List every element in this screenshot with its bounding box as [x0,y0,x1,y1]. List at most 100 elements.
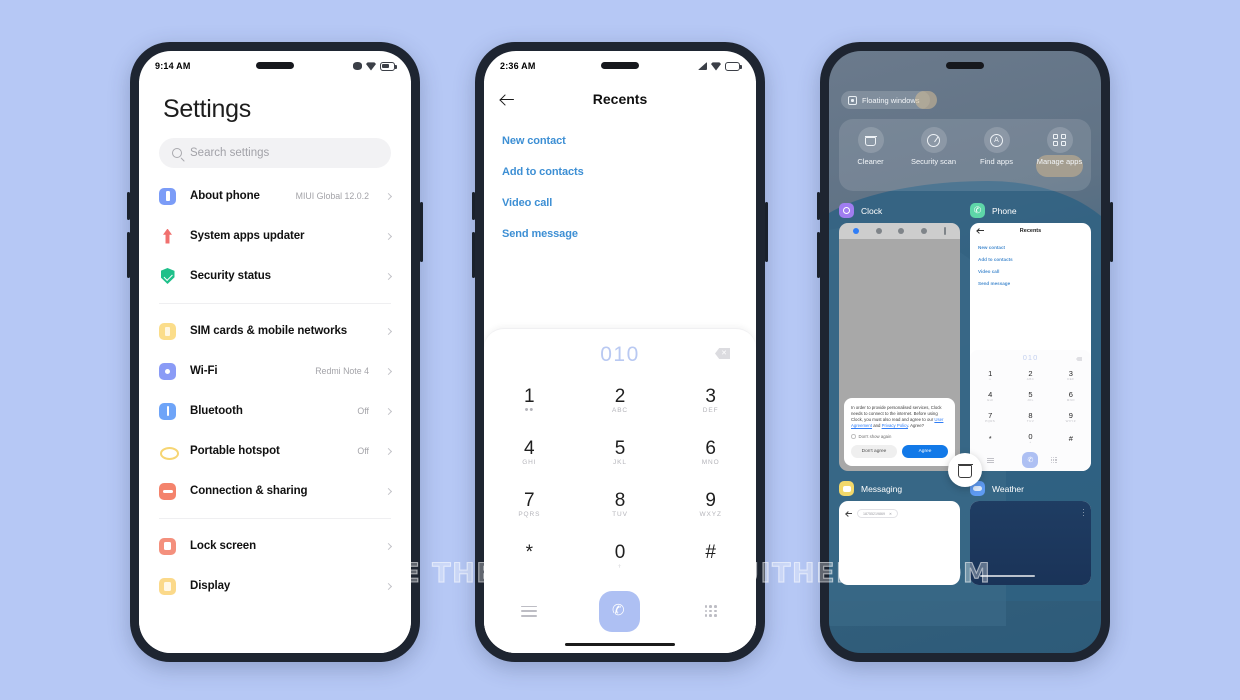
key-1[interactable]: 1 •• [484,375,575,427]
list-lines-icon[interactable] [484,605,575,617]
key-8[interactable]: 8 TUV [1010,407,1050,428]
card-preview[interactable]: In order to provide personalised service… [839,223,960,471]
key-5[interactable]: 5 JKL [575,427,666,479]
sidebar-item-lock-screen[interactable]: Lock screen [159,526,393,566]
key-9[interactable]: 9 WXYZ [665,479,756,531]
dont-agree-button[interactable]: Don't agree [851,445,897,458]
sidebar-item-connection-sharing[interactable]: Connection & sharing [159,471,393,511]
key-7[interactable]: 7 PQRS [970,407,1010,428]
key-4[interactable]: 4 GHI [970,386,1010,407]
keypad-grid-icon[interactable] [1050,456,1091,464]
key-3[interactable]: 3 DEF [665,375,756,427]
phone1-side-button-volume[interactable] [127,232,130,278]
key-3[interactable]: 3 DEF [1051,365,1091,386]
remove-recipient-icon[interactable]: ✕ [889,512,892,516]
key-hash[interactable]: # [665,531,756,583]
keypad-grid-icon[interactable] [665,604,756,618]
clock-tab-icon[interactable] [875,228,882,234]
floating-windows-chip[interactable]: Floating windows [841,91,937,109]
clear-all-trash-button[interactable] [948,453,982,487]
more-options-icon[interactable] [943,227,946,235]
row-label: System apps updater [190,230,305,242]
phone2-side-button-mute[interactable] [472,192,475,220]
menu-item-new-contact[interactable]: New contact [978,242,1083,254]
card-preview[interactable] [970,501,1091,585]
app-card-weather[interactable]: Weather [970,481,1091,585]
card-preview[interactable]: 18755219869 ✕ [839,501,960,585]
agree-button[interactable]: Agree [902,445,948,458]
quick-action-cleaner[interactable]: Cleaner [839,127,902,191]
sidebar-item-bluetooth[interactable]: Bluetooth Off [159,391,393,431]
key-2[interactable]: 2 ABC [1010,365,1050,386]
key-4[interactable]: 4 GHI [484,427,575,479]
quick-action-security-scan[interactable]: Security scan [902,127,965,191]
key-letters: ABC [611,407,629,414]
key-5[interactable]: 5 JKL [1010,386,1050,407]
menu-item-video-call[interactable]: Video call [502,187,738,218]
backspace-icon[interactable]: ✕ [715,348,730,359]
timer-tab-icon[interactable] [921,228,928,234]
phone3-side-button-volume[interactable] [817,232,820,278]
back-arrow-icon[interactable] [846,511,852,516]
phone2-side-button-volume[interactable] [472,232,475,278]
divider [159,303,391,304]
app-card-phone[interactable]: ✆ Phone Recents New contact Add to conta… [970,203,1091,471]
card-header: Messaging [839,481,960,496]
dont-show-again-checkbox[interactable]: Don't show again [851,434,948,439]
sidebar-item-sim-cards[interactable]: SIM cards & mobile networks [159,311,393,351]
phone-call-icon: ✆ [611,602,625,619]
alarm-tab-icon[interactable] [853,228,860,234]
phone1-side-button-mute[interactable] [127,192,130,220]
menu-item-video-call[interactable]: Video call [978,266,1083,278]
battery-icon [380,61,397,71]
home-indicator[interactable] [565,643,675,646]
call-button[interactable]: ✆ [575,590,666,632]
sidebar-item-portable-hotspot[interactable]: Portable hotspot Off [159,431,393,471]
sidebar-item-security-status[interactable]: Security status [159,256,393,296]
key-digit: * [525,542,534,563]
key-1[interactable]: 1 •• [970,365,1010,386]
quick-action-find-apps[interactable]: A Find apps [965,127,1028,191]
menu-item-new-contact[interactable]: New contact [502,125,738,156]
key-2[interactable]: 2 ABC [575,375,666,427]
backspace-icon[interactable] [1076,357,1082,361]
app-card-clock[interactable]: Clock In order to provide personalised s… [839,203,960,471]
sidebar-item-display[interactable]: Display [159,566,393,606]
menu-item-add-to-contacts[interactable]: Add to contacts [502,156,738,187]
phone2-side-button-power[interactable] [765,202,768,262]
menu-item-add-to-contacts[interactable]: Add to contacts [978,254,1083,266]
card-preview[interactable]: Recents New contact Add to contacts Vide… [970,223,1091,471]
menu-item-send-message[interactable]: Send message [978,277,1083,289]
row-label: SIM cards & mobile networks [190,325,348,337]
key-6[interactable]: 6 MNO [665,427,756,479]
key-digit: 6 [705,438,716,459]
more-options-icon[interactable] [1082,509,1084,517]
key-6[interactable]: 6 MNO [1051,386,1091,407]
key-0[interactable]: 0 + [1010,428,1050,449]
key-star[interactable]: * [484,531,575,583]
phone3-side-button-power[interactable] [1110,202,1113,262]
chevron-right-icon [384,447,393,455]
key-8[interactable]: 8 TUV [575,479,666,531]
key-star[interactable]: * [970,428,1010,449]
menu-item-send-message[interactable]: Send message [502,218,738,249]
key-letters: + [617,563,623,570]
quick-action-manage-apps[interactable]: Manage apps [1028,127,1091,191]
phone1-side-button-power[interactable] [420,202,423,262]
recipient-chip[interactable]: 18755219869 ✕ [857,509,899,518]
search-input[interactable]: Search settings [159,138,391,168]
privacy-policy-link[interactable]: Privacy Policy [882,423,908,428]
key-0[interactable]: 0 + [575,531,666,583]
app-card-messaging[interactable]: Messaging 18755219869 ✕ [839,481,960,585]
back-arrow-icon[interactable] [500,94,515,105]
sidebar-item-system-apps-updater[interactable]: System apps updater [159,216,393,256]
key-7[interactable]: 7 PQRS [484,479,575,531]
sidebar-item-about-phone[interactable]: About phone MIUI Global 12.0.2 [159,176,393,216]
battery-icon [725,61,742,71]
call-button[interactable]: ✆ [1010,452,1050,468]
key-9[interactable]: 9 WXYZ [1051,407,1091,428]
phone3-side-button-mute[interactable] [817,192,820,220]
sidebar-item-wifi[interactable]: Wi-Fi Redmi Note 4 [159,351,393,391]
key-hash[interactable]: # [1051,428,1091,449]
stopwatch-tab-icon[interactable] [898,228,905,234]
